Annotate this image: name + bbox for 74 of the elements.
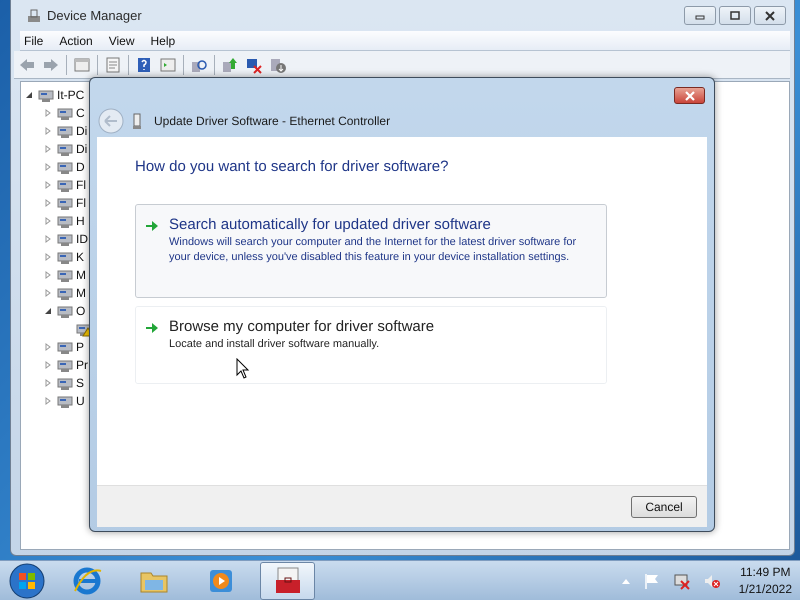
tree-item[interactable]: K [76,250,84,264]
dialog-heading: How do you want to search for driver software? [135,158,450,175]
tree-item[interactable]: Di [76,142,88,156]
show-hidden-icons-button[interactable] [620,576,631,584]
menu-item[interactable]: Action [51,34,101,48]
panel-icon[interactable] [159,56,177,74]
close-icon [764,10,776,20]
tree-item[interactable]: M [76,286,86,300]
collapsed-arrow-icon[interactable] [44,253,52,261]
network-error-icon[interactable] [672,572,691,590]
collapsed-arrow-icon[interactable] [44,145,52,153]
expanded-arrow-icon[interactable] [25,91,33,99]
option-title: Browse my computer for driver software [169,318,434,335]
collapsed-arrow-icon[interactable] [44,343,52,351]
close-icon [684,90,696,100]
tree-item[interactable]: It-PC [57,88,84,102]
back-button[interactable] [98,108,124,134]
app-icon [26,8,42,24]
taskbar-app-button[interactable] [260,562,315,600]
collapsed-arrow-icon[interactable] [44,181,52,189]
help-icon[interactable] [135,56,153,74]
menu-item[interactable]: Help [142,34,184,48]
arrow-icon [145,322,159,334]
tree-item[interactable]: P [76,340,84,354]
option-description: Windows will search your computer and the Internet for the latest driver software for your device, unless you've disabled this feature in your device installation settings. [169,235,578,265]
collapsed-arrow-icon[interactable] [44,361,52,369]
collapsed-arrow-icon[interactable] [44,379,52,387]
option-title: Search automatically for updated driver software [169,216,492,233]
clock-time[interactable]: 11:49 PM [740,564,791,580]
dialog-title: Update Driver Software - Ethernet Controller [154,114,390,128]
arrow-icon [145,220,159,232]
tree-item[interactable]: H [76,214,85,228]
tree-item[interactable]: D [76,160,85,174]
collapsed-arrow-icon[interactable] [44,289,52,297]
network-card-icon [132,112,142,130]
browser-icon [70,564,102,596]
tree-item[interactable]: C [76,106,85,120]
tree-item[interactable]: Di [76,124,88,138]
collapsed-arrow-icon[interactable] [44,397,52,405]
tree-item[interactable]: Fl [76,196,86,210]
collapsed-arrow-icon[interactable] [44,217,52,225]
tree-item[interactable]: M [76,268,86,282]
flag-icon[interactable] [642,572,661,590]
close-button[interactable] [754,6,786,25]
minimize-button[interactable] [684,6,716,25]
maximize-button[interactable] [719,6,751,25]
update-icon[interactable] [221,56,239,74]
clock-date[interactable]: 1/21/2022 [738,580,792,598]
cancel-button[interactable]: Cancel [631,496,697,518]
tree-item[interactable]: S [76,376,84,390]
collapsed-arrow-icon[interactable] [44,109,52,117]
panel-icon[interactable] [73,56,91,74]
window-title: Device Manager [47,8,142,23]
properties-icon[interactable] [104,56,122,74]
expanded-arrow-icon[interactable] [44,307,52,315]
option-description: Locate and install driver software manually. [169,337,380,352]
collapsed-arrow-icon[interactable] [44,235,52,243]
tree-item[interactable]: ID [76,232,88,246]
collapsed-arrow-icon[interactable] [44,199,52,207]
collapsed-arrow-icon[interactable] [44,127,52,135]
menu-item[interactable]: View [100,34,142,48]
collapsed-arrow-icon[interactable] [44,163,52,171]
option-link[interactable] [135,204,607,298]
tree-item[interactable]: Pr [76,358,88,372]
menu-item[interactable]: File [20,34,52,48]
tree-item[interactable]: Fl [76,178,86,192]
mouse-pointer-icon [236,358,250,379]
close-button[interactable] [674,87,705,104]
option-link[interactable]: Browse my computer for driver software Locate and install driver software manually. [135,306,607,384]
start-button[interactable] [7,560,47,600]
collapsed-arrow-icon[interactable] [44,271,52,279]
maximize-icon [729,10,741,20]
tree-item[interactable]: U [76,394,85,408]
tree-item[interactable]: O [76,304,86,318]
